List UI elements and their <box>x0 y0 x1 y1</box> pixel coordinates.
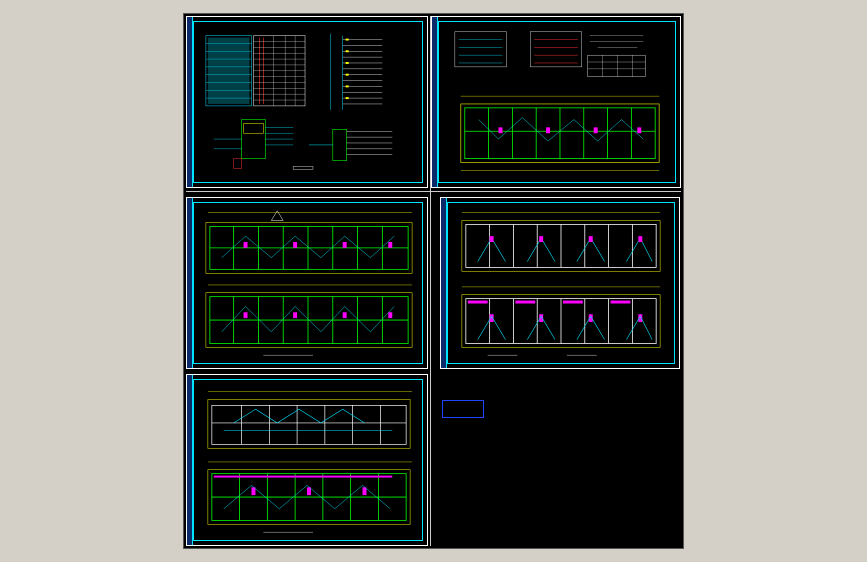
note-box[interactable] <box>442 400 484 418</box>
drawing-canvas[interactable] <box>183 13 684 549</box>
standard-floor-drawing <box>454 31 660 171</box>
inner-frame <box>438 21 676 183</box>
separator-frame <box>186 191 681 192</box>
floor-plans-sheet-a[interactable] <box>186 197 428 369</box>
floor-plans-sheet-b[interactable] <box>440 197 680 369</box>
floor-plans-drawing-c <box>207 391 413 533</box>
inner-frame <box>193 379 423 541</box>
system-diagram-sheet[interactable] <box>186 16 428 188</box>
floor-plans-sheet-c[interactable] <box>186 374 428 546</box>
floor-plans-drawing-a <box>205 210 413 356</box>
floor-plans-drawing-b <box>461 212 661 356</box>
inner-frame <box>447 202 675 364</box>
inner-frame <box>193 21 423 183</box>
standard-floor-sheet[interactable] <box>431 16 681 188</box>
inner-frame <box>193 202 423 364</box>
separator-frame <box>430 16 431 546</box>
system-diagram-drawing <box>205 33 393 170</box>
